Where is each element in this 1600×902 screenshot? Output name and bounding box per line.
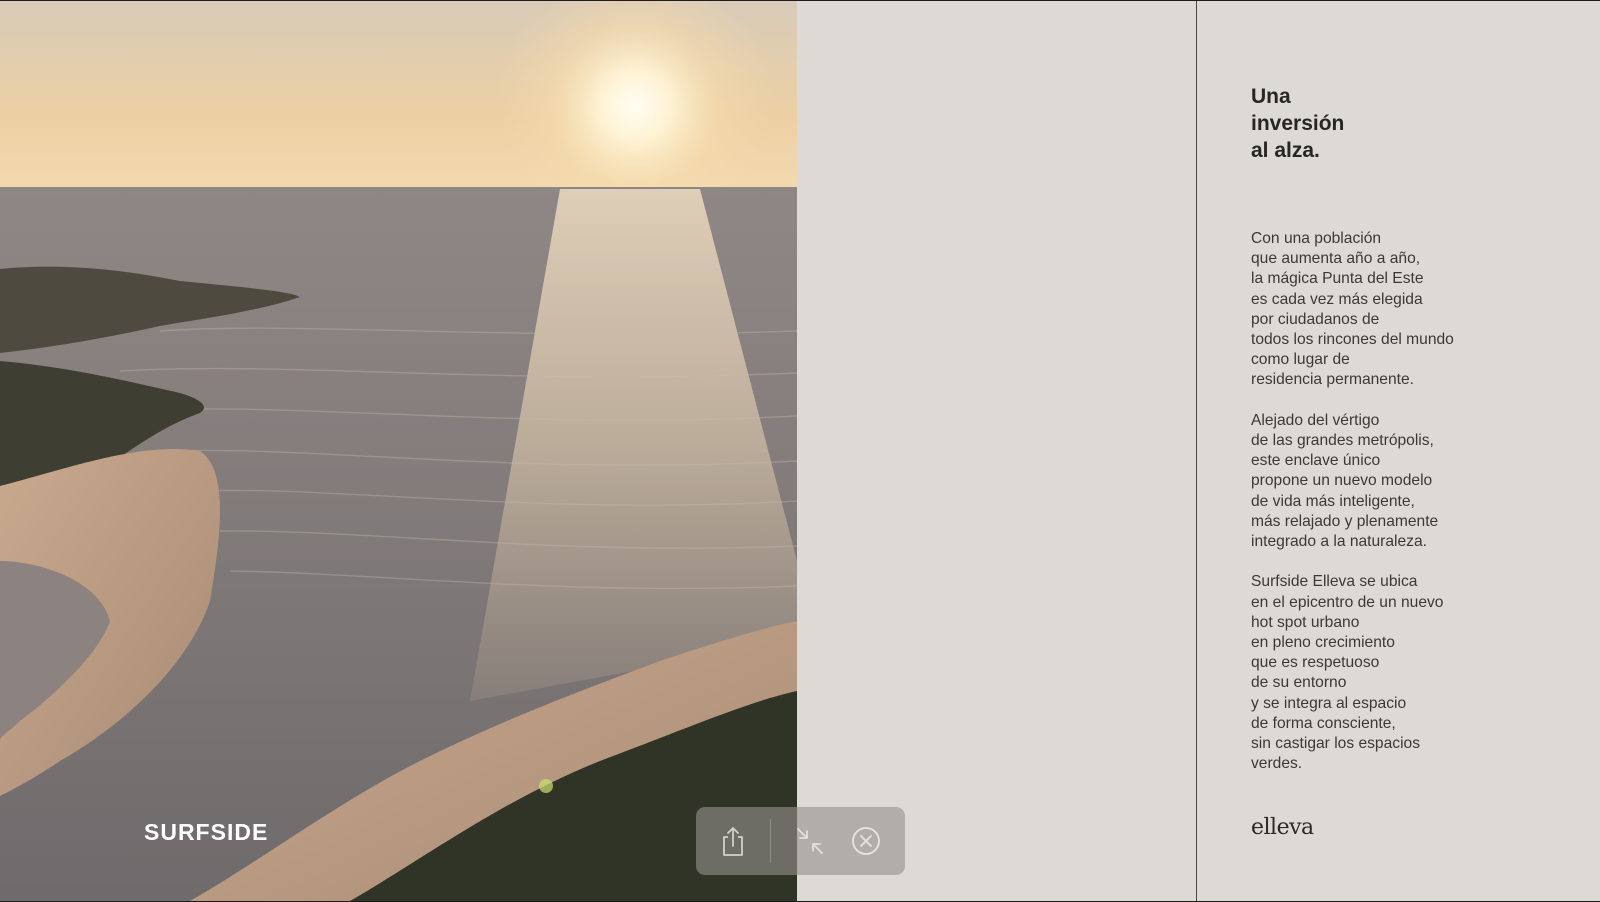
- body-line: que aumenta año a año,: [1251, 250, 1421, 268]
- body-line: de vida más inteligente,: [1251, 492, 1415, 510]
- body-line: por ciudadanos de: [1251, 310, 1380, 328]
- close-button[interactable]: [846, 821, 886, 861]
- body-line: en el epicentro de un nuevo: [1251, 593, 1444, 611]
- body-line: de su entorno: [1251, 674, 1347, 692]
- heading-line: Una: [1251, 85, 1291, 108]
- share-icon: [723, 827, 743, 856]
- body-line: hot spot urbano: [1251, 613, 1360, 631]
- page-heading: Una inversión al alza.: [1251, 83, 1344, 164]
- heading-line: inversión: [1251, 112, 1345, 135]
- body-line: de las grandes metrópolis,: [1251, 432, 1434, 450]
- body-line: como lugar de: [1251, 351, 1350, 369]
- heading-line: al alza.: [1251, 139, 1320, 162]
- body-line: todos los rincones del mundo: [1251, 331, 1454, 349]
- surfside-brand-label: SURFSIDE: [144, 819, 269, 845]
- viewer-toolbar: [696, 807, 905, 875]
- share-button[interactable]: [713, 821, 753, 861]
- body-line: propone un nuevo modelo: [1251, 472, 1433, 490]
- paragraph-location: Surfside Elleva se ubica en el epicentro…: [1251, 572, 1591, 774]
- toolbar-separator: [770, 819, 771, 863]
- body-line: de forma consciente,: [1251, 714, 1396, 732]
- body-line: más relajado y plenamente: [1251, 512, 1439, 530]
- body-line: residencia permanente.: [1251, 371, 1414, 389]
- body-line: que es respetuoso: [1251, 654, 1380, 672]
- body-line: sin castigar los espacios: [1251, 735, 1421, 753]
- body-line: la mágica Punta del Este: [1251, 270, 1424, 288]
- sunset-beach-illustration: [0, 1, 797, 901]
- body-line: Con una población: [1251, 230, 1382, 247]
- body-text: Con una población que aumenta año a año,…: [1251, 229, 1591, 795]
- body-line: Alejado del vértigo: [1251, 411, 1380, 429]
- body-line: en pleno crecimiento: [1251, 634, 1395, 652]
- body-line: verdes.: [1251, 755, 1303, 773]
- shrink-icon: [797, 828, 823, 854]
- close-icon: [852, 827, 880, 855]
- body-line: integrado a la naturaleza.: [1251, 533, 1427, 551]
- paragraph-enclave: Alejado del vértigo de las grandes metró…: [1251, 411, 1591, 552]
- body-line: y se integra al espacio: [1251, 694, 1407, 712]
- elleva-logo: elleva: [1251, 815, 1314, 840]
- body-line: este enclave único: [1251, 452, 1381, 470]
- paragraph-population: Con una población que aumenta año a año,…: [1251, 229, 1591, 391]
- coastline-photo: SURFSIDE: [0, 1, 797, 901]
- body-line: Surfside Elleva se ubica: [1251, 573, 1418, 591]
- document-viewer: SURFSIDE Una inversión al alza. Con una …: [0, 0, 1600, 902]
- exit-fullscreen-button[interactable]: [790, 821, 830, 861]
- body-line: es cada vez más elegida: [1251, 290, 1423, 308]
- blank-page: [797, 1, 1197, 901]
